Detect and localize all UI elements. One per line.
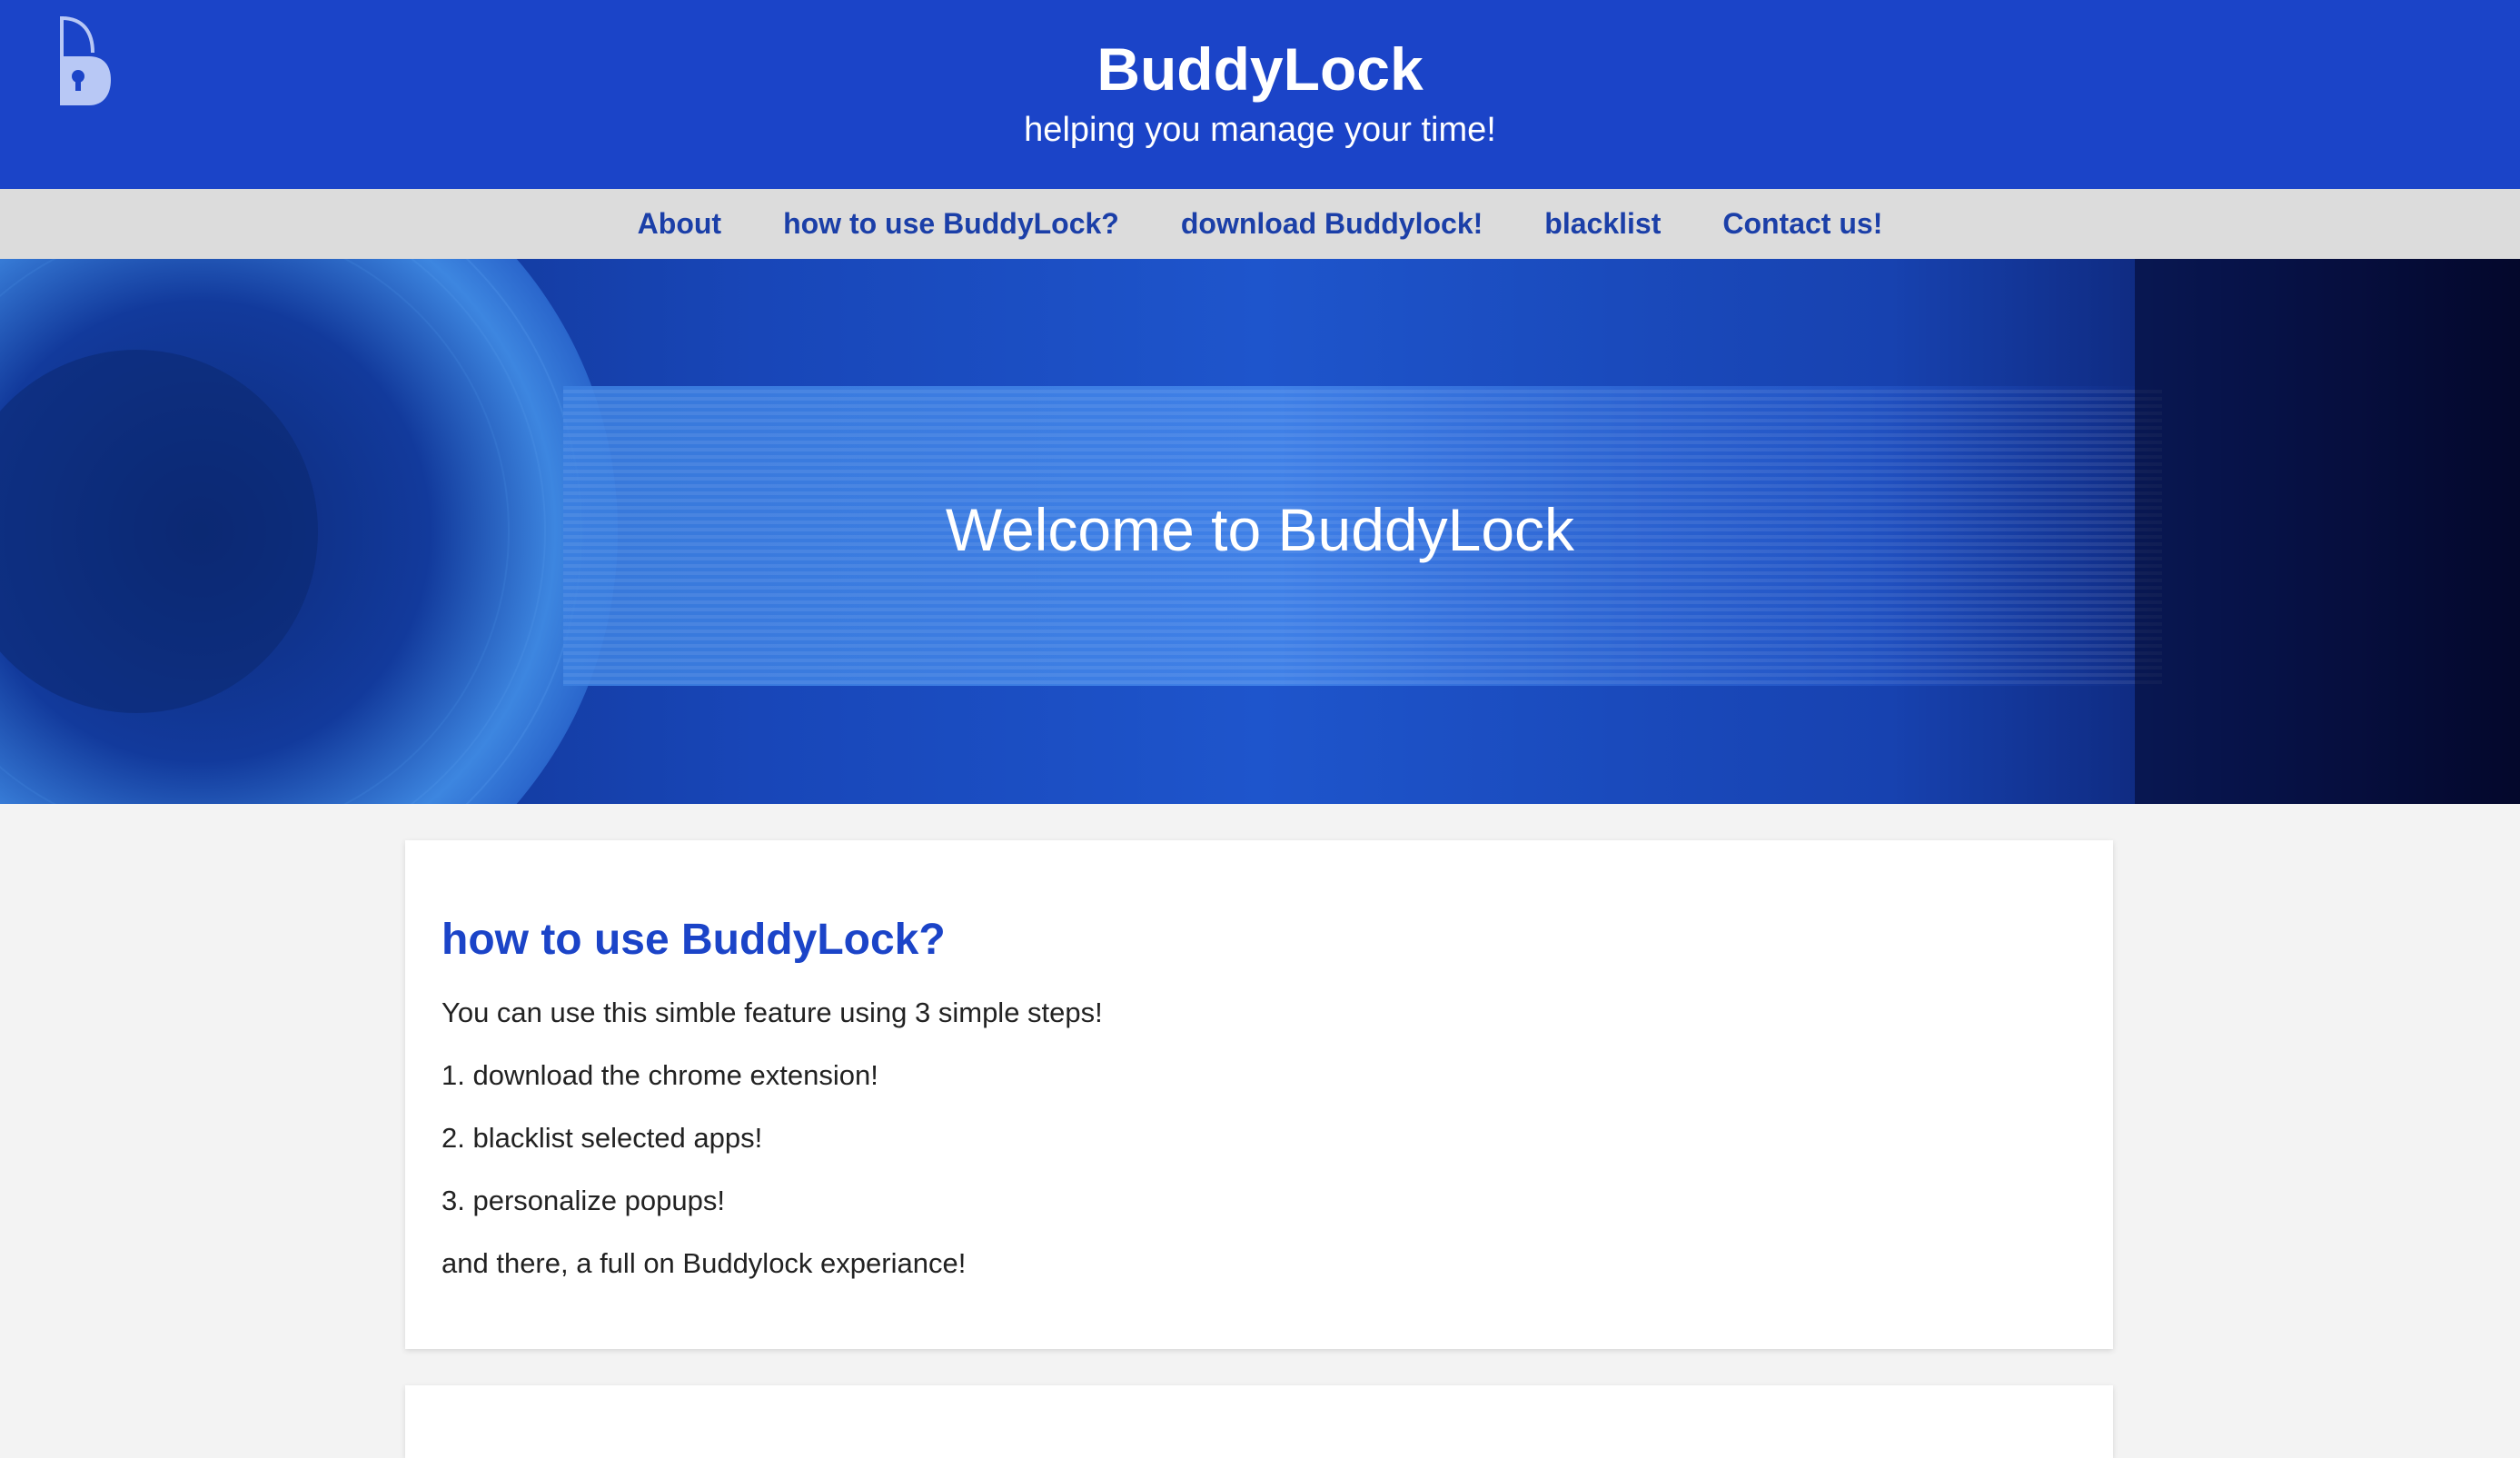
nav-item-contact[interactable]: Contact us! [1692,189,1913,259]
hero-banner: Welcome to BuddyLock [0,259,2520,804]
step-item: 1. download the chrome extension! [441,1059,878,1091]
section-outro: and there, a full on Buddylock experianc… [441,1247,967,1279]
step-item: 2. blacklist selected apps! [441,1122,763,1154]
site-header: BuddyLock helping you manage your time! [0,0,2520,189]
section-title: how to use BuddyLock? [441,916,946,964]
section-intro: You can use this simble feature using 3 … [441,997,1103,1028]
site-tagline: helping you manage your time! [1024,111,1496,149]
nav-item-how-to-use[interactable]: how to use BuddyLock? [752,189,1150,259]
how-to-use-card: how to use BuddyLock? You can use this s… [405,840,2113,1349]
main-nav: About how to use BuddyLock? download Bud… [0,189,2520,259]
site-title: BuddyLock [1096,35,1424,103]
next-card [405,1385,2113,1458]
hero-title: Welcome to BuddyLock [945,496,1575,563]
nav-item-download[interactable]: download Buddylock! [1150,189,1513,259]
nav-item-about[interactable]: About [607,189,752,259]
step-item: 3. personalize popups! [441,1185,725,1216]
nav-item-blacklist[interactable]: blacklist [1513,189,1692,259]
